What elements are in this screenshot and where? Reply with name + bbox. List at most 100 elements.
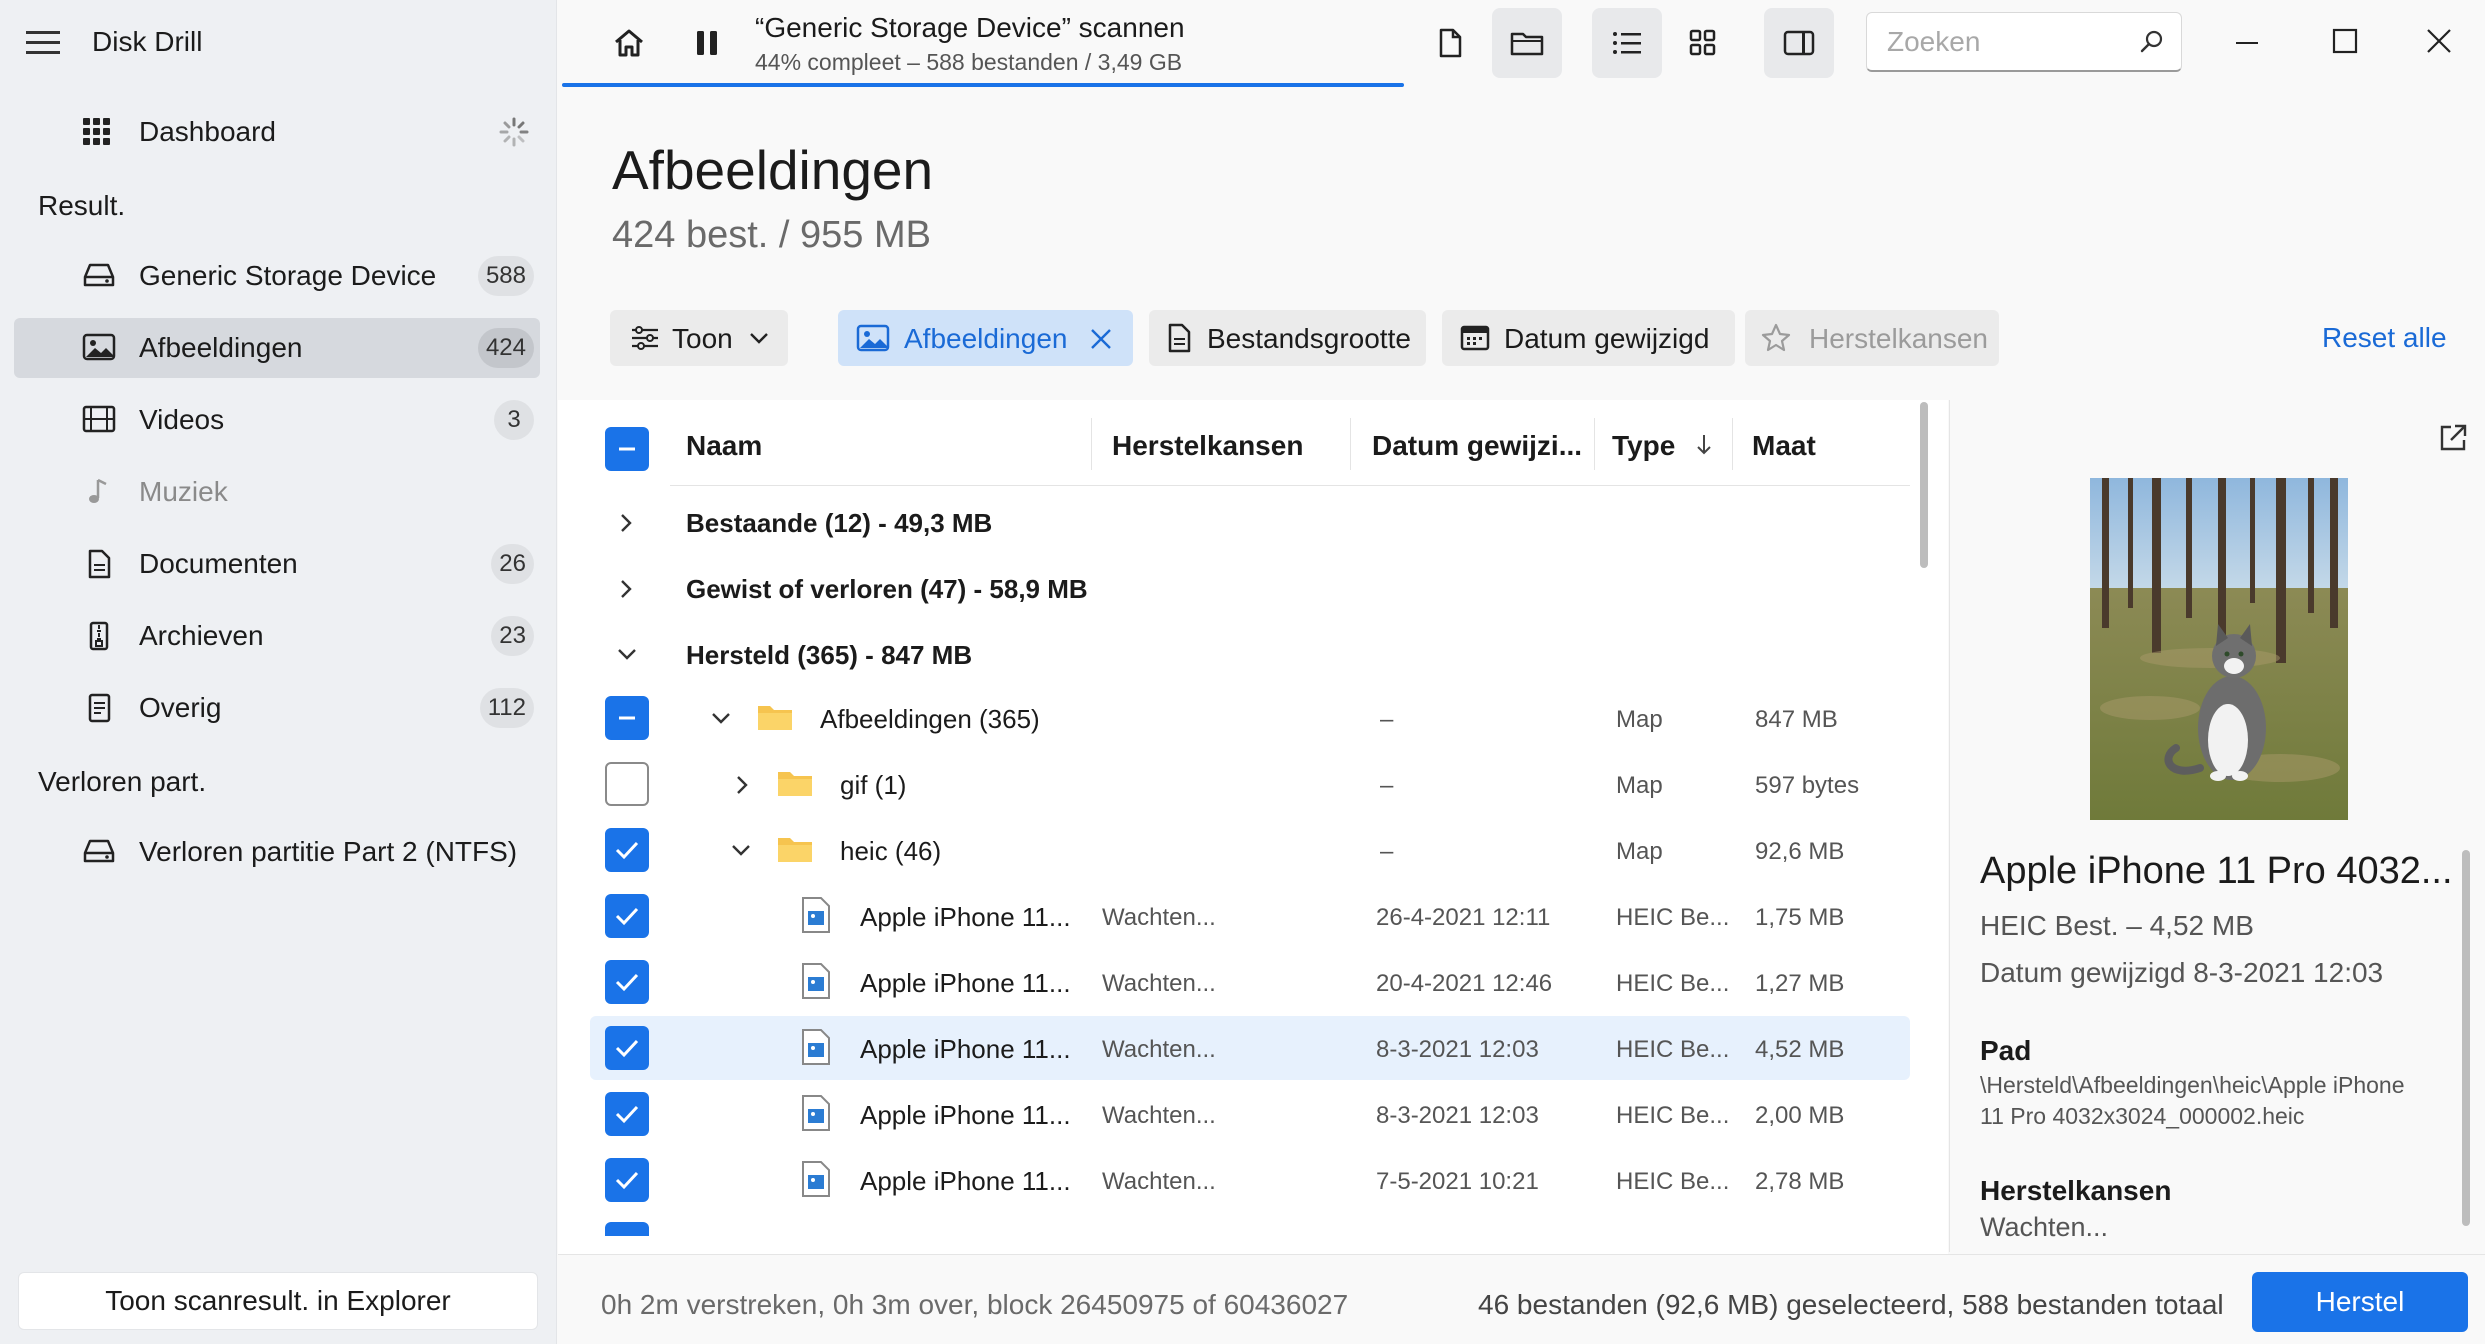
chevron-down-icon[interactable] (616, 646, 638, 662)
table-row-selected[interactable]: Apple iPhone 11... Wachten... 8-3-2021 1… (590, 1016, 1910, 1080)
chevron-down-icon[interactable] (730, 842, 752, 858)
table-row-folder[interactable]: Afbeeldingen (365) – Map 847 MB (590, 688, 1910, 748)
folder-view-button[interactable] (1492, 8, 1562, 78)
show-filter-dropdown[interactable]: Toon (610, 310, 788, 366)
search-icon[interactable] (2139, 29, 2165, 55)
table-row[interactable]: Apple iPhone 11... Wachten... 8-3-2021 1… (590, 1084, 1910, 1144)
date-modified: 8-3-2021 12:03 (1376, 1036, 1539, 1063)
recovery-chances-filter-label: Herstelkansen (1809, 323, 1988, 354)
column-header-size[interactable]: Maat (1752, 430, 1816, 462)
external-link-icon[interactable] (2437, 422, 2469, 454)
home-button[interactable] (594, 8, 664, 78)
chevron-right-icon[interactable] (618, 578, 634, 600)
sidebar-item-generic-storage[interactable]: Generic Storage Device 588 (14, 246, 540, 306)
folder-icon (776, 768, 814, 798)
image-file-icon (800, 1160, 832, 1198)
file-type: HEIC Be... (1616, 1036, 1730, 1063)
sidebar-item-documents[interactable]: Documenten 26 (14, 534, 540, 594)
column-divider[interactable] (1594, 418, 1595, 470)
table-row[interactable]: Apple iPhone 11... Wachten... 7-5-2021 1… (590, 1150, 1910, 1210)
file-size-filter-label: Bestandsgrootte (1207, 323, 1411, 354)
file-size: 2,78 MB (1755, 1168, 1845, 1195)
close-icon[interactable] (1088, 326, 1114, 352)
column-header-type[interactable]: Type (1612, 430, 1675, 462)
details-date-modified: Datum gewijzigd 8-3-2021 12:03 (1980, 957, 2384, 988)
details-chances-label: Herstelkansen (1980, 1175, 2172, 1206)
column-divider[interactable] (1350, 418, 1351, 470)
maximize-icon[interactable] (2330, 26, 2360, 56)
file-size: 847 MB (1755, 706, 1838, 733)
table-row[interactable]: Apple iPhone 11... Wachten... 20-4-2021 … (590, 952, 1910, 1012)
row-checkbox[interactable] (605, 762, 649, 806)
images-filter-chip[interactable]: Afbeeldingen (838, 310, 1133, 366)
file-name: Apple iPhone 11... (860, 1100, 1071, 1130)
menu-icon[interactable] (26, 30, 60, 56)
row-checkbox[interactable] (605, 1158, 649, 1202)
preview-panel-toggle[interactable] (1764, 8, 1834, 78)
select-all-checkbox[interactable] (605, 427, 649, 471)
chevron-right-icon[interactable] (618, 512, 634, 534)
row-checkbox[interactable] (605, 696, 649, 740)
calendar-icon (1460, 324, 1490, 352)
recovery-chances: Wachten... (1102, 970, 1216, 997)
pause-button[interactable] (672, 8, 742, 78)
close-icon[interactable] (2424, 26, 2454, 56)
row-checkbox-partial[interactable] (605, 1222, 649, 1236)
list-view-button[interactable] (1592, 8, 1662, 78)
date-modified: 7-5-2021 10:21 (1376, 1168, 1539, 1195)
images-filter-label: Afbeeldingen (904, 323, 1068, 354)
recover-button[interactable]: Herstel (2252, 1272, 2468, 1332)
folder-name: heic (46) (840, 836, 942, 866)
details-scrollbar[interactable] (2462, 850, 2470, 1226)
search-input[interactable] (1887, 25, 2127, 59)
column-header-date[interactable]: Datum gewijzi... (1372, 430, 1582, 462)
show-filter-label: Toon (672, 323, 733, 354)
sidebar-item-dashboard[interactable]: Dashboard (14, 102, 540, 162)
sidebar-item-music[interactable]: Muziek (14, 462, 540, 522)
row-checkbox[interactable] (605, 828, 649, 872)
chevron-down-icon[interactable] (710, 710, 732, 726)
recovery-chances-filter[interactable]: Herstelkansen (1745, 310, 1999, 366)
search-box[interactable] (1866, 12, 2182, 72)
column-header-chances[interactable]: Herstelkansen (1112, 430, 1303, 462)
table-scrollbar[interactable] (1920, 402, 1928, 568)
image-file-icon (800, 1094, 832, 1132)
column-divider[interactable] (1091, 418, 1092, 470)
sidebar-item-lost-partition[interactable]: Verloren partitie Part 2 (NTFS) (14, 822, 540, 882)
table-row-group[interactable]: Gewist of verloren (47) - 58,9 MB (590, 558, 1910, 618)
file-size: 1,75 MB (1755, 904, 1845, 931)
date-modified: 20-4-2021 12:46 (1376, 970, 1553, 997)
chevron-right-icon[interactable] (734, 774, 750, 796)
thumbnail-view-button[interactable] (1668, 8, 1738, 78)
file-type: Map (1616, 706, 1663, 733)
sidebar-item-label: Generic Storage Device (139, 260, 437, 291)
sidebar-item-images[interactable]: Afbeeldingen 424 (14, 318, 540, 378)
column-divider[interactable] (1732, 418, 1733, 470)
app-title: Disk Drill (92, 26, 203, 57)
sort-descending-icon[interactable] (1694, 432, 1714, 458)
column-header-name[interactable]: Naam (686, 430, 762, 462)
count-badge: 112 (479, 688, 534, 728)
date-modified-filter[interactable]: Datum gewijzigd (1442, 310, 1735, 366)
minimize-icon[interactable] (2232, 28, 2262, 58)
table-row-folder[interactable]: heic (46) – Map 92,6 MB (590, 820, 1910, 880)
preview-thumbnail[interactable] (2090, 478, 2348, 820)
table-row[interactable]: Apple iPhone 11... Wachten... 26-4-2021 … (590, 886, 1910, 946)
table-row-folder[interactable]: gif (1) – Map 597 bytes (590, 754, 1910, 814)
sidebar-item-other[interactable]: Overig 112 (14, 678, 540, 738)
sidebar-item-videos[interactable]: Videos 3 (14, 390, 540, 450)
file-type: HEIC Be... (1616, 1102, 1730, 1129)
row-checkbox[interactable] (605, 960, 649, 1004)
show-in-explorer-button[interactable]: Toon scanresult. in Explorer (18, 1272, 538, 1330)
row-checkbox[interactable] (605, 894, 649, 938)
file-view-button[interactable] (1415, 8, 1485, 78)
recovery-chances: Wachten... (1102, 1102, 1216, 1129)
group-label: Hersteld (365) - 847 MB (686, 640, 973, 670)
reset-all-link[interactable]: Reset alle (2322, 322, 2447, 354)
file-size-filter[interactable]: Bestandsgrootte (1149, 310, 1426, 366)
table-row-group[interactable]: Bestaande (12) - 49,3 MB (590, 492, 1910, 552)
sidebar-item-archives[interactable]: Archieven 23 (14, 606, 540, 666)
row-checkbox[interactable] (605, 1026, 649, 1070)
row-checkbox[interactable] (605, 1092, 649, 1136)
table-row-group[interactable]: Hersteld (365) - 847 MB (590, 624, 1910, 684)
